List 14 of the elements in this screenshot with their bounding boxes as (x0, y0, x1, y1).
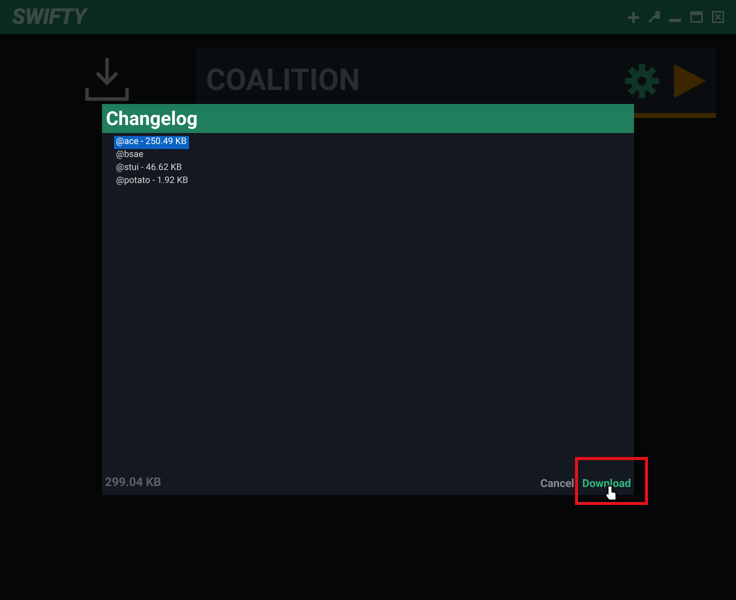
add-icon[interactable] (628, 12, 639, 22)
dialog-title: Changelog (102, 104, 634, 133)
total-size: 299.04 KB (105, 474, 162, 491)
play-icon[interactable] (674, 64, 706, 98)
changelog-item[interactable]: @potato - 1.92 KB (114, 175, 190, 188)
changelog-item[interactable]: @ace - 250.49 KB (114, 136, 189, 149)
gear-icon[interactable] (624, 62, 660, 98)
wrench-icon[interactable] (648, 11, 660, 23)
cancel-button[interactable]: Cancel (540, 476, 574, 492)
download-button[interactable]: Download (582, 476, 631, 492)
close-icon[interactable] (712, 11, 724, 23)
maximize-icon[interactable] (690, 11, 703, 23)
changelog-item[interactable]: @stui - 46.62 KB (114, 162, 184, 175)
changelog-item[interactable]: @bsae (114, 149, 146, 162)
